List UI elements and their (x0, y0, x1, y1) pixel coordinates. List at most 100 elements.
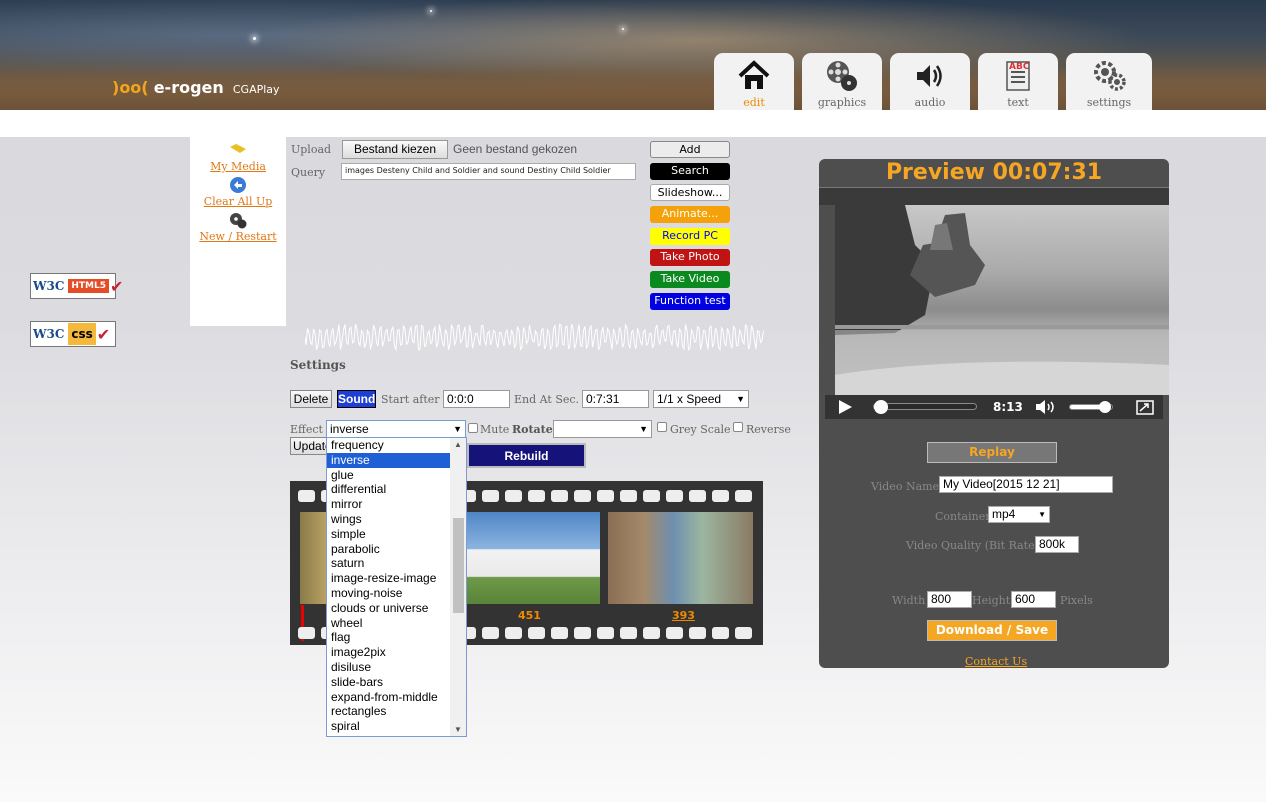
effect-option[interactable]: mirror (327, 497, 466, 512)
folder-icon (230, 144, 246, 153)
query-input[interactable]: images Desteny Child and Soldier and sou… (341, 163, 636, 180)
effect-option[interactable]: differential (327, 482, 466, 497)
sprocket-hole (620, 490, 637, 502)
chevron-down-icon: ▼ (639, 424, 648, 434)
tab-text[interactable]: ABC text (978, 53, 1058, 110)
start-after-input[interactable]: 0:0:0 (443, 390, 510, 408)
add-button[interactable]: Add (650, 141, 730, 158)
rotate-select[interactable]: ▼ (553, 420, 652, 438)
star-decoration (622, 28, 624, 30)
video-name-input[interactable]: My Video[2015 12 21] (939, 476, 1113, 493)
slideshow-button[interactable]: Slideshow... (650, 184, 730, 201)
media-thumbnail-house[interactable] (466, 512, 600, 604)
download-save-button[interactable]: Download / Save (927, 620, 1057, 641)
width-label: Width (892, 594, 926, 607)
clear-all-link[interactable]: Clear All Up (204, 195, 273, 208)
effect-option[interactable]: simple (327, 527, 466, 542)
play-icon[interactable] (837, 399, 853, 415)
effect-label: Effect (290, 423, 323, 436)
search-button[interactable]: Search (650, 163, 730, 180)
container-select[interactable]: mp4 ▼ (988, 506, 1050, 523)
effect-option[interactable]: glue (327, 468, 466, 483)
svg-text:ABC: ABC (1009, 62, 1030, 72)
animate-button[interactable]: Animate... (650, 206, 730, 223)
thumbnail-count-link[interactable]: 393 (672, 609, 695, 622)
effect-option[interactable]: spiral (327, 719, 466, 734)
volume-handle[interactable] (1099, 401, 1112, 413)
scroll-up-icon[interactable]: ▲ (454, 440, 462, 449)
effect-option[interactable]: disiluse (327, 660, 466, 675)
mute-label: Mute (480, 423, 510, 436)
take-video-button[interactable]: Take Video (650, 271, 730, 288)
mute-checkbox[interactable] (468, 423, 478, 433)
video-progress-bar[interactable] (873, 400, 977, 414)
video-quality-input[interactable]: 800k (1035, 536, 1079, 553)
effect-option[interactable]: rectangles (327, 704, 466, 719)
volume-slider[interactable] (1069, 401, 1113, 413)
effect-option[interactable]: parabolic (327, 542, 466, 557)
sprocket-hole (482, 627, 499, 639)
preview-title-bar (819, 187, 1169, 205)
effect-option[interactable]: moving-noise (327, 586, 466, 601)
thumbnail-count: 451 (518, 609, 541, 622)
effect-option[interactable]: slide-bars (327, 675, 466, 690)
effect-option[interactable]: wings (327, 512, 466, 527)
effect-option[interactable]: saturn (327, 556, 466, 571)
video-seek-handle[interactable] (874, 400, 889, 414)
pixels-label: Pixels (1060, 594, 1093, 607)
video-player[interactable] (835, 205, 1169, 395)
contact-us-link[interactable]: Contact Us (965, 655, 1027, 668)
volume-icon[interactable] (1035, 399, 1059, 415)
sound-button[interactable]: Sound (337, 390, 376, 408)
speaker-icon (917, 65, 942, 87)
effect-option[interactable]: frequency (327, 438, 466, 453)
tab-edit-label: edit (743, 96, 765, 109)
tab-graphics[interactable]: graphics (802, 53, 882, 110)
header-banner: )oo( e-rogen CGAPlay edit graphics audio… (0, 0, 1266, 110)
new-restart-link[interactable]: New / Restart (199, 230, 276, 243)
star-decoration (430, 10, 432, 12)
delete-button[interactable]: Delete (290, 390, 332, 408)
fullscreen-icon[interactable] (1136, 400, 1154, 415)
end-at-input[interactable]: 0:7:31 (582, 390, 649, 408)
choose-file-button[interactable]: Bestand kiezen (342, 140, 448, 159)
audio-waveform (305, 323, 764, 352)
tab-settings[interactable]: settings (1066, 53, 1152, 110)
width-input[interactable]: 800 (927, 591, 972, 608)
video-frame (835, 205, 1169, 395)
media-thumbnail-collage[interactable] (608, 512, 753, 604)
scrollbar-thumb[interactable] (453, 518, 464, 613)
height-input[interactable]: 600 (1011, 591, 1056, 608)
function-test-button[interactable]: Function test (650, 293, 730, 310)
reverse-checkbox[interactable] (733, 422, 743, 432)
tab-audio[interactable]: audio (890, 53, 970, 110)
effect-option[interactable]: expand-from-middle (327, 690, 466, 705)
w3c-css-badge[interactable]: W3C css ✔ (30, 321, 116, 347)
replay-button[interactable]: Replay (927, 442, 1057, 463)
dropdown-scrollbar[interactable]: ▲ ▼ (450, 438, 466, 736)
scroll-down-icon[interactable]: ▼ (454, 725, 462, 734)
text-document-icon: ABC (1006, 61, 1030, 91)
speed-select[interactable]: 1/1 x Speed ▼ (653, 390, 749, 408)
take-photo-button[interactable]: Take Photo (650, 249, 730, 266)
effect-option[interactable]: image2pix (327, 645, 466, 660)
effect-option[interactable]: wheel (327, 616, 466, 631)
my-media-link[interactable]: My Media (210, 160, 266, 173)
rotate-label: Rotate (512, 423, 553, 436)
grey-scale-checkbox[interactable] (657, 422, 667, 432)
effect-option[interactable]: flag (327, 630, 466, 645)
effect-option[interactable]: inverse (327, 452, 466, 468)
rebuild-button[interactable]: Rebuild (467, 443, 586, 468)
record-pc-button[interactable]: Record PC (650, 228, 730, 245)
effect-option[interactable]: clouds or universe (327, 601, 466, 616)
sprocket-hole (597, 627, 614, 639)
sprocket-hole (528, 627, 545, 639)
undo-icon (230, 177, 246, 193)
app-logo[interactable]: )oo( e-rogen CGAPlay (112, 78, 280, 97)
effect-option[interactable]: image-resize-image (327, 571, 466, 586)
tab-edit[interactable]: edit (714, 53, 794, 110)
effect-dropdown-list[interactable]: frequency inverse glue differential mirror wi… (326, 437, 467, 737)
w3c-html5-badge[interactable]: W3C HTML5 ✔ (30, 273, 123, 299)
effect-select[interactable]: inverse ▼ (326, 420, 466, 438)
container-label: Container (935, 510, 991, 523)
